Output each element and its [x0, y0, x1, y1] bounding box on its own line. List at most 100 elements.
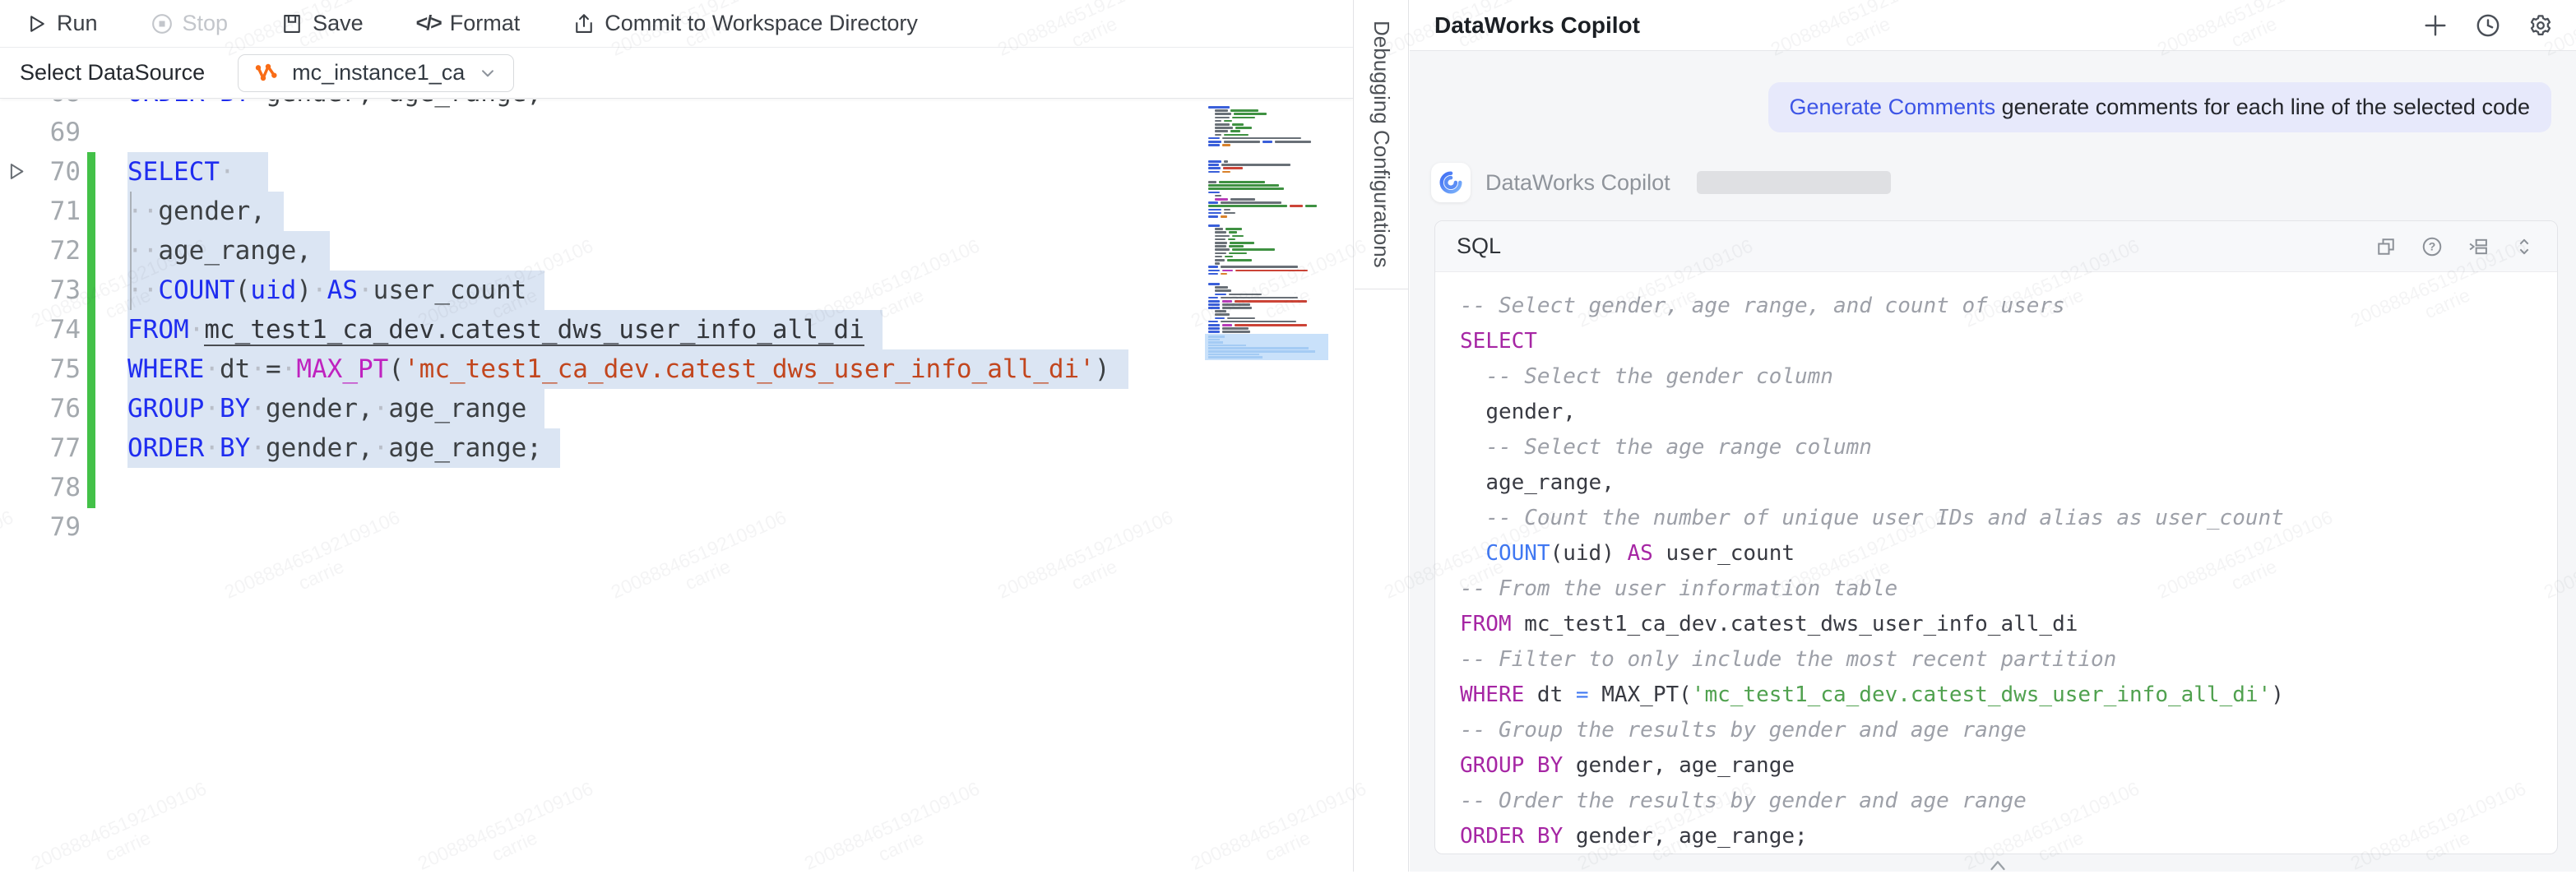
line-number: 78 [0, 468, 81, 507]
code-token: ) [296, 275, 312, 305]
code-token: GROUP BY [1460, 753, 1563, 778]
minimap-selection[interactable] [1205, 334, 1328, 360]
maxcompute-icon [253, 60, 280, 86]
insert-code-icon[interactable] [2467, 235, 2490, 258]
minimap-line [1208, 160, 1228, 163]
minimap-line [1215, 259, 1252, 261]
code-token: · [204, 433, 220, 463]
assistant-row: DataWorks Copilot [1431, 163, 1891, 202]
minimap[interactable] [1205, 99, 1328, 872]
code-token [1460, 541, 1485, 566]
editor-line-69[interactable]: 69 [0, 113, 1353, 152]
code-line-content: FROM·mc_test1_ca_dev.catest_dws_user_inf… [127, 310, 883, 349]
code-token: · [204, 354, 220, 384]
code-token: ( [388, 354, 404, 384]
code-token: · [250, 354, 266, 384]
tab-debugging-configurations[interactable]: Debugging Configurations [1355, 0, 1408, 289]
run-button[interactable]: Run [25, 11, 98, 36]
minimap-line [1215, 242, 1254, 244]
line-number: 71 [0, 192, 81, 231]
code-token: ( [235, 275, 251, 305]
minimap-line [1208, 106, 1230, 109]
editor-line-76[interactable]: 76 GROUP·BY·gender,·age_range [0, 389, 1353, 428]
editor-line-68[interactable]: 68 ORDER·BY·gender,·age_range; [0, 99, 1353, 113]
code-token: FROM [127, 315, 189, 345]
save-label: Save [313, 11, 364, 36]
commit-button[interactable]: Commit to Workspace Directory [572, 11, 918, 36]
line-number: 68 [0, 99, 81, 113]
stop-button[interactable]: Stop [151, 11, 229, 36]
generated-code-line: -- From the user information table [1460, 571, 2557, 607]
sql-code-card: SQL ? -- Select gender, age range, and c… [1434, 220, 2558, 854]
code-token: MAX_PT( [1589, 682, 1692, 707]
minimap-line [1208, 331, 1250, 333]
generated-sql-code: -- Select gender, age range, and count o… [1435, 272, 2557, 853]
card-collapse-button[interactable] [1985, 855, 2010, 879]
code-token: mc_test1_ca_dev.catest_dws_user_info_all… [1512, 612, 2078, 636]
user-message-chip[interactable]: Generate Comments generate comments for … [1768, 82, 2552, 132]
change-indicator [87, 271, 95, 311]
line-number: 77 [0, 428, 81, 468]
code-token [1460, 400, 1485, 424]
settings-gear-icon[interactable] [2527, 12, 2555, 39]
code-token: -- Select the gender column [1485, 364, 1833, 389]
collapse-expand-icon[interactable] [2513, 235, 2536, 258]
editor-line-78[interactable]: 78 [0, 468, 1353, 507]
editor-line-70[interactable]: 70SELECT· [0, 152, 1353, 192]
change-indicator [87, 468, 95, 508]
datasource-select[interactable]: mc_instance1_ca [238, 54, 514, 92]
code-card-actions: ? [2374, 235, 2536, 258]
code-token: age_range, [1485, 470, 1615, 495]
minimap-line [1215, 317, 1255, 320]
copy-icon[interactable] [2374, 235, 2398, 258]
code-token: AS [327, 275, 358, 305]
help-circle-icon[interactable]: ? [2421, 235, 2444, 258]
editor-line-79[interactable]: 79 [0, 507, 1353, 547]
plus-icon[interactable] [2421, 12, 2449, 39]
line-number: 75 [0, 349, 81, 389]
generate-comments-link[interactable]: Generate Comments [1790, 95, 1996, 119]
editor-line-75[interactable]: 75WHERE·dt·=·MAX_PT('mc_test1_ca_dev.cat… [0, 349, 1353, 389]
editor-line-77[interactable]: 77ORDER·BY·gender,·age_range; [0, 428, 1353, 468]
line-number: 76 [0, 389, 81, 428]
code-line-content: ··age_range, [127, 231, 330, 271]
copilot-header-actions [2421, 12, 2555, 39]
minimap-line [1208, 167, 1243, 169]
editor-section: Run Stop Save </> Format Commit to Works… [0, 0, 1354, 872]
code-token: age_range; [388, 433, 542, 463]
minimap-line [1215, 231, 1237, 234]
editor-line-71[interactable]: 71··gender, [0, 192, 1353, 231]
line-number: 79 [0, 507, 81, 547]
datasource-label: Select DataSource [20, 60, 205, 86]
code-token: GROUP [127, 394, 204, 423]
copilot-title: DataWorks Copilot [1434, 12, 2421, 39]
code-token: WHERE [127, 354, 204, 384]
code-token: gender, [266, 394, 373, 423]
code-token [1460, 506, 1485, 530]
minimap-line [1215, 286, 1228, 289]
code-token: SELECT [1460, 329, 1537, 354]
history-clock-icon[interactable] [2474, 12, 2502, 39]
change-indicator [87, 231, 95, 271]
code-line-content: SELECT· [127, 152, 268, 192]
generated-code-line: -- Order the results by gender and age r… [1460, 784, 2557, 819]
code-line-content: GROUP·BY·gender,·age_range [127, 389, 544, 428]
minimap-line [1215, 235, 1244, 238]
generated-code-line: -- Filter to only include the most recen… [1460, 642, 2557, 678]
generated-code-line: -- Select gender, age range, and count o… [1460, 289, 2557, 324]
line-number: 73 [0, 271, 81, 310]
editor-line-72[interactable]: 72··age_range, [0, 231, 1353, 271]
editor-line-73[interactable]: 73··COUNT(uid)·AS·user_count [0, 271, 1353, 310]
code-token: · [220, 157, 235, 187]
code-token [1460, 435, 1485, 460]
assistant-name: DataWorks Copilot [1485, 170, 1670, 196]
code-token: gender, [1485, 400, 1576, 424]
save-button[interactable]: Save [280, 11, 364, 36]
code-token: gender, [158, 197, 266, 226]
run-label: Run [57, 11, 98, 36]
code-editor[interactable]: 68 ORDER·BY·gender,·age_range;6970SELECT·… [0, 99, 1353, 872]
chevron-down-icon [477, 62, 498, 84]
format-button[interactable]: </> Format [416, 11, 521, 36]
editor-line-74[interactable]: 74FROM·mc_test1_ca_dev.catest_dws_user_i… [0, 310, 1353, 349]
code-line-content: ORDER·BY·gender,·age_range; [127, 99, 542, 113]
